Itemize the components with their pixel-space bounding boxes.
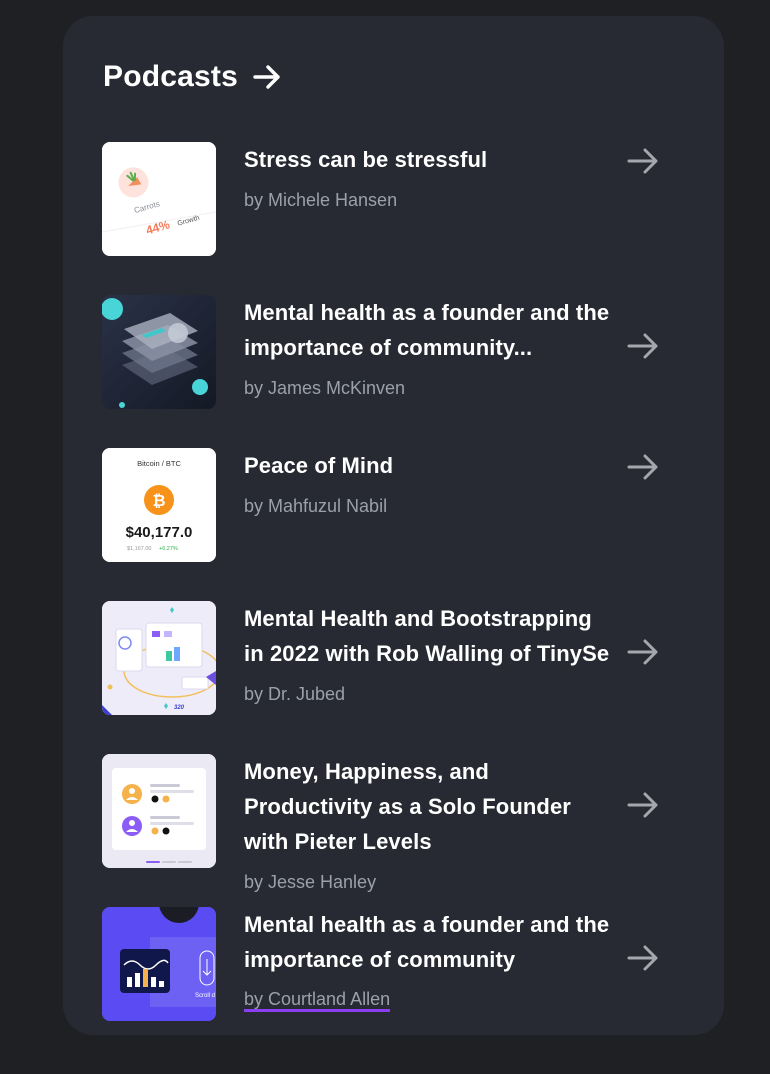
arrow-right-icon[interactable]: [626, 144, 660, 178]
podcast-thumbnail: Scroll d: [102, 907, 216, 1021]
arrow-right-icon[interactable]: [626, 941, 660, 975]
podcast-author[interactable]: by Mahfuzul Nabil: [244, 495, 387, 517]
podcast-author[interactable]: by James McKinven: [244, 377, 405, 399]
podcast-title[interactable]: Mental Health and Bootstrapping in 2022 …: [244, 601, 614, 671]
podcast-thumbnail: 320: [102, 601, 216, 715]
podcast-title[interactable]: Mental health as a founder and the impor…: [244, 295, 614, 365]
podcasts-title: Podcasts: [103, 60, 238, 93]
thumb-scroll-label: Scroll d: [195, 993, 215, 999]
podcast-title[interactable]: Money, Happiness, and Productivity as a …: [244, 754, 614, 859]
thumb-price: $40,177.0: [126, 524, 193, 541]
podcast-thumbnail: [102, 754, 216, 868]
podcast-item[interactable]: Carrots 44% Growth Stress can be stressf…: [102, 142, 682, 256]
podcast-author[interactable]: by Jesse Hanley: [244, 871, 376, 893]
arrow-right-icon[interactable]: [252, 62, 282, 92]
podcast-item[interactable]: Mental health as a founder and the impor…: [102, 295, 682, 409]
podcasts-card: Podcasts Carrots 44% Growth Stress can b…: [63, 16, 724, 1035]
podcast-title[interactable]: Peace of Mind: [244, 448, 614, 483]
podcast-thumbnail: Carrots 44% Growth: [102, 142, 216, 256]
arrow-right-icon[interactable]: [626, 450, 660, 484]
podcast-author[interactable]: by Courtland Allen: [244, 989, 391, 1012]
thumb-sub: $1,167.00: [127, 546, 151, 552]
podcast-item[interactable]: Bitcoin / BTC ₿ $40,177.0 $1,167.00 +6.2…: [102, 448, 682, 562]
arrow-right-icon[interactable]: [626, 635, 660, 669]
thumb-coin-label: Bitcoin / BTC: [137, 459, 181, 468]
podcast-title[interactable]: Mental health as a founder and the impor…: [244, 907, 614, 977]
podcast-item[interactable]: 320 Mental Health and Bootstrapping in 2…: [102, 601, 682, 715]
arrow-right-icon[interactable]: [626, 329, 660, 363]
thumb-change: +6.27%: [159, 546, 178, 552]
podcast-author[interactable]: by Michele Hansen: [244, 189, 397, 211]
podcast-author[interactable]: by Dr. Jubed: [244, 683, 345, 705]
arrow-right-icon[interactable]: [626, 788, 660, 822]
podcast-thumbnail: Bitcoin / BTC ₿ $40,177.0 $1,167.00 +6.2…: [102, 448, 216, 562]
thumb-badge: 320: [174, 705, 185, 711]
svg-text:₿: ₿: [152, 492, 165, 510]
podcast-title[interactable]: Stress can be stressful: [244, 142, 614, 177]
podcasts-header[interactable]: Podcasts: [103, 60, 282, 94]
podcast-item[interactable]: Money, Happiness, and Productivity as a …: [102, 754, 682, 892]
podcast-thumbnail: [102, 295, 216, 409]
podcast-item[interactable]: Scroll d Mental health as a founder and …: [102, 907, 682, 1021]
